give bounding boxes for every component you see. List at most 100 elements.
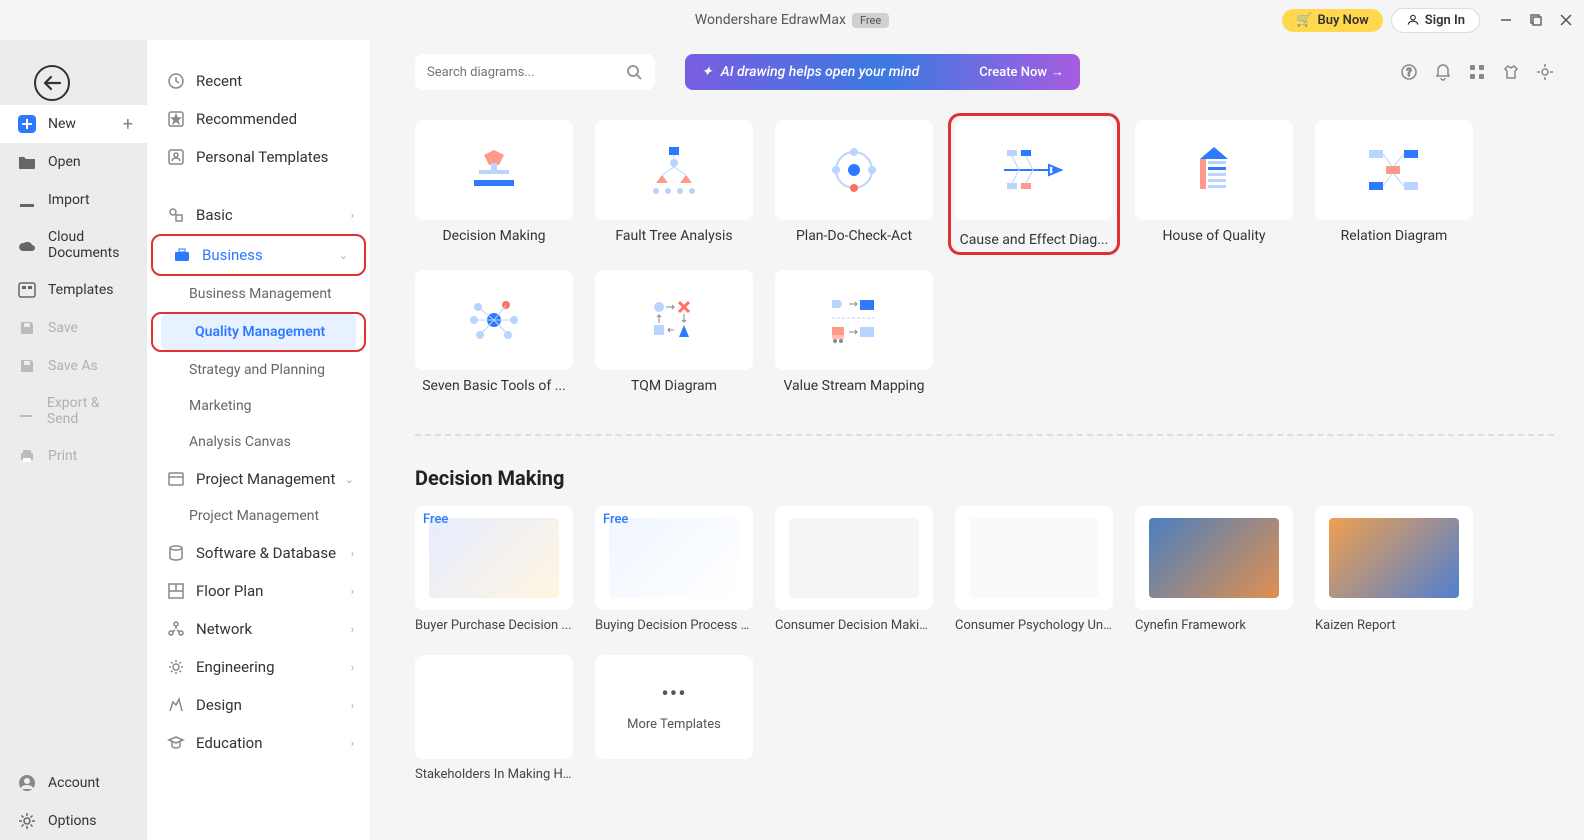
buy-now-button[interactable]: 🛒 Buy Now	[1282, 9, 1383, 32]
save-as-icon	[18, 357, 36, 375]
tmpl-cynefin[interactable]: Cynefin Framework	[1135, 506, 1293, 633]
tmpl-stakeholders[interactable]: Stakeholders In Making He...	[415, 655, 573, 782]
sign-in-label: Sign In	[1425, 13, 1465, 28]
cat-project-mgmt[interactable]: Project Management⌄	[147, 460, 370, 498]
sign-in-button[interactable]: Sign In	[1391, 8, 1480, 33]
search-icon[interactable]	[625, 63, 643, 81]
close-button[interactable]	[1558, 12, 1574, 28]
education-icon	[167, 734, 185, 752]
tmpl-buying-process[interactable]: FreeBuying Decision Process O...	[595, 506, 753, 633]
cat-sub-project[interactable]: Project Management	[147, 498, 370, 534]
tmpl-kaizen[interactable]: Kaizen Report	[1315, 506, 1473, 633]
chevron-right-icon: ›	[351, 547, 354, 560]
leftbar-cloud[interactable]: Cloud Documents	[0, 219, 147, 271]
maximize-button[interactable]	[1528, 12, 1544, 28]
cloud-icon	[18, 236, 36, 254]
card-seven-tools[interactable]: Seven Basic Tools of ...	[415, 270, 573, 394]
leftbar-print[interactable]: Print	[0, 437, 147, 475]
cat-sub-quality[interactable]: Quality Management	[161, 314, 356, 350]
free-tag: Free	[423, 512, 448, 527]
cat-sub-marketing[interactable]: Marketing	[147, 388, 370, 424]
card-vsm[interactable]: Value Stream Mapping	[775, 270, 933, 394]
plus-icon[interactable]: +	[123, 114, 133, 135]
highlight-quality: Quality Management	[151, 312, 366, 352]
save-as-label: Save As	[48, 358, 98, 374]
cat-floor[interactable]: Floor Plan›	[147, 572, 370, 610]
minimize-button[interactable]	[1498, 12, 1514, 28]
sparkle-icon: ✦	[701, 64, 713, 80]
options-label: Options	[48, 813, 96, 829]
card-pdca[interactable]: Plan-Do-Check-Act	[775, 120, 933, 248]
leftbar-account[interactable]: Account	[0, 764, 147, 802]
leftbar-import[interactable]: Import	[0, 181, 147, 219]
leftbar-new[interactable]: New +	[0, 105, 147, 143]
design-icon	[167, 696, 185, 714]
card-relation[interactable]: Relation Diagram	[1315, 120, 1473, 248]
tmpl-more[interactable]: •••More Templates	[595, 655, 753, 782]
help-icon[interactable]: ?	[1400, 63, 1418, 81]
leftbar-open[interactable]: Open	[0, 143, 147, 181]
cat-education[interactable]: Education›	[147, 724, 370, 762]
section-title: Decision Making	[415, 466, 1554, 490]
apps-icon[interactable]	[1468, 63, 1486, 81]
cat-recommended[interactable]: Recommended	[147, 100, 370, 138]
shapes-icon	[167, 206, 185, 224]
folder-icon	[18, 153, 36, 171]
cat-basic[interactable]: Basic›	[147, 196, 370, 234]
cat-personal[interactable]: Personal Templates	[147, 138, 370, 176]
shirt-icon[interactable]	[1502, 63, 1520, 81]
highlight-business: Business⌄	[151, 234, 366, 276]
card-cause-effect[interactable]: Cause and Effect Diag...	[955, 120, 1113, 248]
cat-design[interactable]: Design›	[147, 686, 370, 724]
card-tqm[interactable]: TQM Diagram	[595, 270, 753, 394]
more-icon: •••	[661, 682, 686, 707]
new-label: New	[48, 116, 76, 132]
cat-recent[interactable]: Recent	[147, 62, 370, 100]
cat-sub-analysis[interactable]: Analysis Canvas	[147, 424, 370, 460]
arrow-icon: →	[1051, 64, 1064, 80]
tmpl-buyer-purchase[interactable]: FreeBuyer Purchase Decision ...	[415, 506, 573, 633]
back-button[interactable]	[34, 65, 70, 101]
tmpl-consumer-psych[interactable]: Consumer Psychology Un...	[955, 506, 1113, 633]
card-fault-tree[interactable]: Fault Tree Analysis	[595, 120, 753, 248]
cat-sub-business-mgmt[interactable]: Business Management	[147, 276, 370, 312]
main-content: ✦ AI drawing helps open your mind Create…	[370, 40, 1584, 840]
plus-square-icon	[18, 115, 36, 133]
search-input[interactable]	[427, 65, 625, 80]
card-house-quality[interactable]: House of Quality	[1135, 120, 1293, 248]
bell-icon[interactable]	[1434, 63, 1452, 81]
cat-sub-strategy[interactable]: Strategy and Planning	[147, 352, 370, 388]
category-card-grid: Decision Making Fault Tree Analysis Plan…	[415, 120, 1554, 394]
cat-engineering[interactable]: Engineering›	[147, 648, 370, 686]
cat-network[interactable]: Network›	[147, 610, 370, 648]
svg-text:?: ?	[1406, 66, 1411, 79]
cart-icon: 🛒	[1296, 13, 1312, 28]
cat-business[interactable]: Business⌄	[153, 236, 364, 274]
leftbar-save[interactable]: Save	[0, 309, 147, 347]
import-icon	[18, 191, 36, 209]
template-grid: FreeBuyer Purchase Decision ... FreeBuyi…	[415, 506, 1554, 782]
search-box[interactable]	[415, 54, 655, 90]
print-label: Print	[48, 448, 77, 464]
chevron-down-icon: ⌄	[339, 249, 348, 262]
topbar: ✦ AI drawing helps open your mind Create…	[415, 54, 1554, 90]
tmpl-consumer-decision[interactable]: Consumer Decision Makin...	[775, 506, 933, 633]
leftbar-templates[interactable]: Templates	[0, 271, 147, 309]
ai-banner[interactable]: ✦ AI drawing helps open your mind Create…	[685, 54, 1080, 90]
settings-icon[interactable]	[1536, 63, 1554, 81]
print-icon	[18, 447, 36, 465]
leftbar-options[interactable]: Options	[0, 802, 147, 840]
leftbar-save-as[interactable]: Save As	[0, 347, 147, 385]
ai-cta: Create Now	[979, 65, 1047, 80]
divider	[415, 434, 1554, 436]
free-badge: Free	[852, 13, 889, 28]
chevron-right-icon: ›	[351, 737, 354, 750]
floor-icon	[167, 582, 185, 600]
card-decision-making[interactable]: Decision Making	[415, 120, 573, 248]
gear-icon	[18, 812, 36, 830]
network-icon	[167, 620, 185, 638]
cloud-label: Cloud Documents	[48, 229, 129, 261]
leftbar-export[interactable]: Export & Send	[0, 385, 147, 437]
cat-software[interactable]: Software & Database›	[147, 534, 370, 572]
export-label: Export & Send	[47, 395, 129, 427]
